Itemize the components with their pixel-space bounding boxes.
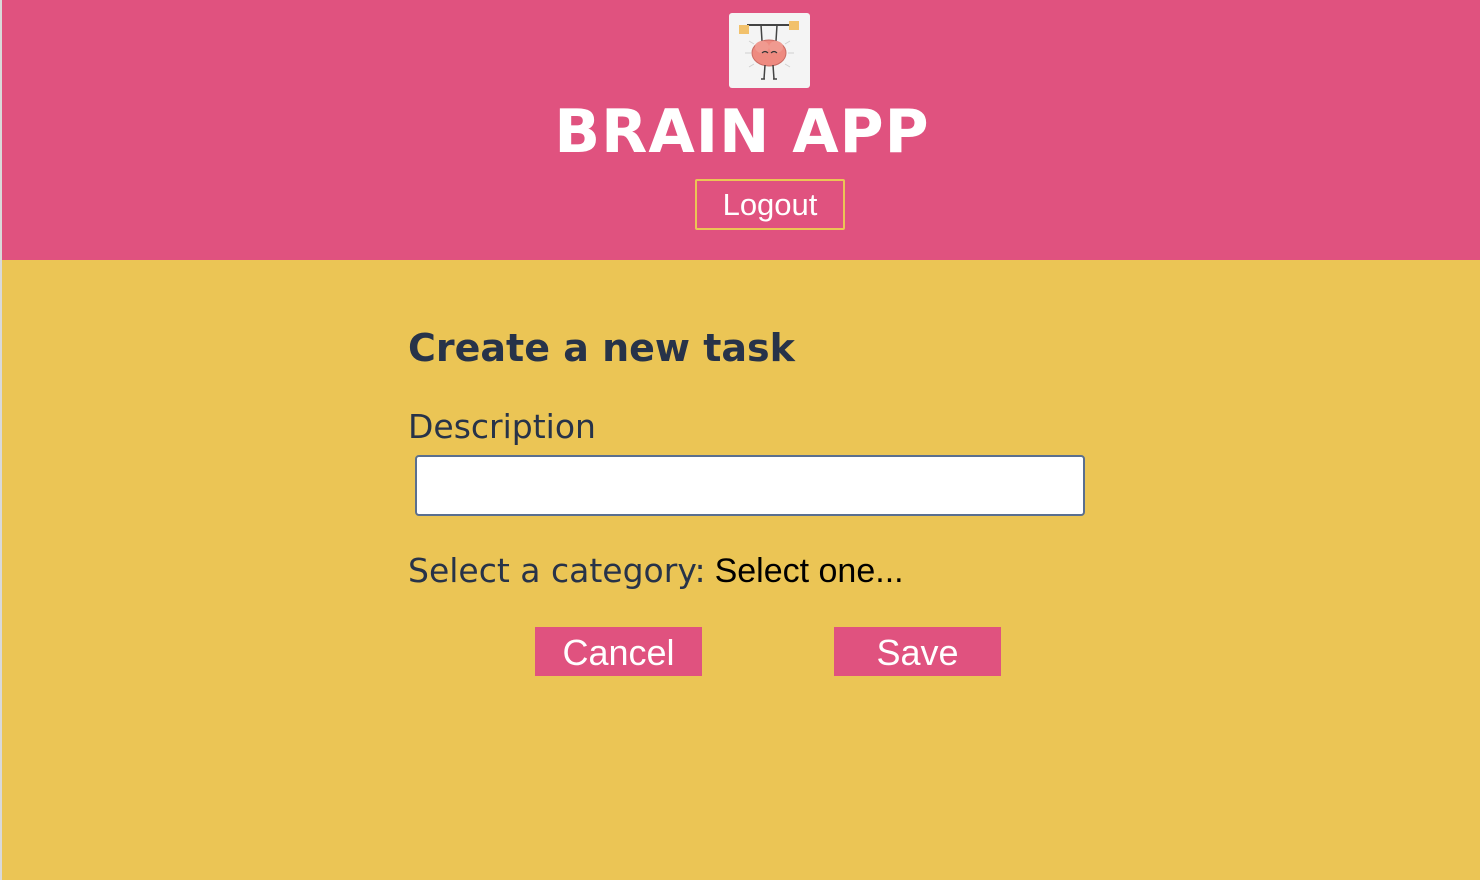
brain-logo-icon	[729, 13, 810, 88]
logout-button[interactable]: Logout	[695, 179, 845, 230]
category-row: Select a category: Select one...	[408, 548, 904, 594]
save-button[interactable]: Save	[834, 627, 1001, 676]
app-header: BRAIN APP Logout	[0, 0, 1480, 260]
app-title: BRAIN APP	[554, 97, 930, 167]
cancel-button[interactable]: Cancel	[535, 627, 702, 676]
category-select[interactable]: Select one...	[715, 548, 904, 594]
form-title: Create a new task	[408, 326, 795, 370]
category-label: Select a category:	[408, 551, 706, 590]
description-label: Description	[408, 407, 596, 446]
description-input[interactable]	[415, 455, 1085, 516]
